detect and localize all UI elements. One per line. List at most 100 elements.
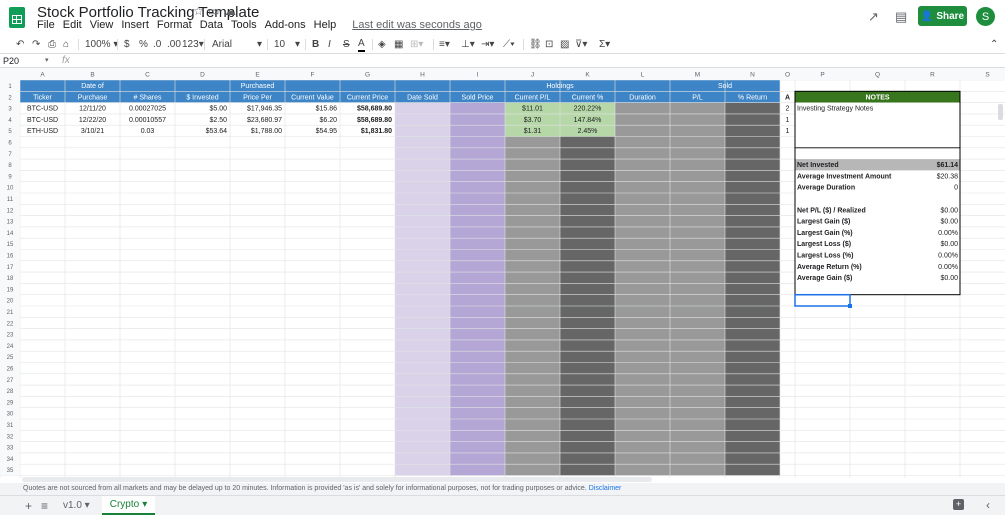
- fill-handle[interactable]: [848, 304, 852, 308]
- move-folder-icon[interactable]: ▭: [208, 4, 219, 18]
- cloud-status-icon[interactable]: ☁: [224, 4, 236, 18]
- notes-text: Investing Strategy Notes: [797, 106, 874, 113]
- name-box-caret-icon[interactable]: ▾: [45, 56, 49, 64]
- text-rotation-icon[interactable]: ⟋▾: [503, 37, 515, 52]
- fill-color-icon[interactable]: ◈: [378, 37, 386, 52]
- print-icon[interactable]: ⎙: [48, 37, 56, 52]
- stat-label: Largest Loss (%): [797, 253, 853, 260]
- trending-icon[interactable]: ↗: [868, 9, 884, 24]
- italic-button[interactable]: I: [328, 37, 331, 52]
- column-header-o: O: [785, 72, 790, 79]
- paint-format-icon[interactable]: ⌂: [63, 37, 69, 52]
- insert-comment-icon[interactable]: ⊡: [545, 37, 553, 52]
- text-color-button[interactable]: A: [358, 37, 365, 52]
- sheet-tab-bar: + ≡ v1.0 ▾ Crypto ▾ + ‹: [0, 495, 1005, 515]
- align-horizontal-icon[interactable]: ≡▾: [439, 37, 450, 52]
- table-cell: $5.00: [209, 106, 227, 113]
- table-header-cell: Current Price: [347, 94, 388, 101]
- font-size-select[interactable]: 10 ▾: [274, 37, 300, 52]
- share-button[interactable]: 👤 Share: [918, 6, 967, 26]
- table-header-cell: P/L: [692, 94, 703, 101]
- sheets-logo-icon[interactable]: [9, 7, 25, 28]
- menu-help[interactable]: Help: [314, 19, 341, 33]
- menu-file[interactable]: File: [37, 19, 59, 33]
- tab-crypto-label: Crypto: [109, 499, 140, 510]
- fx-icon: fx: [62, 55, 70, 66]
- table-cell: $54.95: [316, 128, 338, 135]
- table-header-cell: Date Sold: [407, 94, 438, 101]
- add-sheet-icon[interactable]: +: [25, 499, 32, 513]
- menu-tools[interactable]: Tools: [231, 19, 261, 33]
- comment-icon[interactable]: ▤: [895, 9, 911, 24]
- insert-link-icon[interactable]: ⛓: [529, 37, 542, 52]
- row-header-32: 32: [7, 434, 14, 440]
- row-header-35: 35: [7, 468, 14, 474]
- last-edit-link[interactable]: Last edit was seconds ago: [352, 19, 486, 33]
- insert-chart-icon[interactable]: ▨: [560, 37, 569, 52]
- more-formats-select[interactable]: 123 ▾: [182, 37, 204, 52]
- merge-cells-icon[interactable]: ⊞▾: [410, 37, 423, 52]
- currency-format-button[interactable]: $: [124, 37, 130, 52]
- increase-decimal-button[interactable]: .00: [167, 37, 181, 52]
- stat-value: $61.14: [937, 162, 959, 169]
- column-fill: [560, 102, 615, 476]
- strikethrough-button[interactable]: S: [343, 37, 350, 52]
- table-cell: $6.20: [319, 117, 337, 124]
- grid-canvas[interactable]: A B C D E F G H I J K L M N O P Q R S123456789101112131415…: [0, 68, 1005, 478]
- table-cell: $17,946.35: [247, 106, 282, 113]
- star-icon[interactable]: ☆: [193, 4, 204, 18]
- bold-button[interactable]: B: [312, 37, 319, 52]
- stat-label: Largest Gain ($): [797, 219, 850, 226]
- undo-icon[interactable]: ↶: [16, 37, 24, 52]
- table-header-cell: Ticker: [33, 94, 52, 101]
- vertical-scrollbar[interactable]: [998, 104, 1003, 120]
- stat-value: $0.00: [940, 219, 958, 226]
- table-cell: BTC-USD: [27, 117, 58, 124]
- font-select[interactable]: Arial ▾: [212, 37, 262, 52]
- redo-icon[interactable]: ↷: [32, 37, 40, 52]
- menu-format[interactable]: Format: [157, 19, 196, 33]
- text-wrap-icon[interactable]: ⇥▾: [481, 37, 494, 52]
- menu-edit[interactable]: Edit: [63, 19, 86, 33]
- tab-v1-0[interactable]: v1.0 ▾: [63, 500, 90, 511]
- selected-cell[interactable]: [794, 293, 851, 307]
- menu-addons[interactable]: Add-ons: [265, 19, 310, 33]
- column-header-m: M: [695, 72, 700, 79]
- borders-icon[interactable]: ▦: [394, 37, 403, 52]
- column-header-p: P: [820, 72, 824, 79]
- spreadsheet-grid[interactable]: A B C D E F G H I J K L M N O P Q R S 1 2 3 4 5 6 7 8 9 10 11 12 13 14 15…: [0, 68, 1005, 478]
- row-header-13: 13: [7, 220, 14, 226]
- share-button-label: Share: [936, 10, 965, 22]
- disclaimer-link[interactable]: Disclaimer: [589, 485, 622, 492]
- horizontal-scrollbar[interactable]: [22, 477, 652, 482]
- table-cell: $1,788.00: [251, 128, 282, 135]
- column-header-s: S: [985, 72, 990, 79]
- menu-insert[interactable]: Insert: [121, 19, 153, 33]
- column-header-i: I: [477, 72, 479, 79]
- filter-icon[interactable]: ⊽▾: [575, 37, 587, 52]
- table-header-cell: Current P/L: [515, 94, 551, 101]
- menu-bar: File Edit View Insert Format Data Tools …: [37, 19, 490, 33]
- row-header-19: 19: [7, 287, 14, 293]
- table-header-cell: $ Invested: [186, 94, 218, 101]
- zoom-select[interactable]: 100% ▾: [85, 37, 118, 52]
- tab-crypto[interactable]: Crypto ▾: [102, 496, 155, 515]
- align-vertical-icon[interactable]: ⊥▾: [461, 37, 475, 52]
- percent-format-button[interactable]: %: [139, 37, 148, 52]
- menu-data[interactable]: Data: [200, 19, 227, 33]
- all-sheets-icon[interactable]: ≡: [41, 499, 48, 513]
- menu-view[interactable]: View: [90, 19, 118, 33]
- table-cell: $1,831.80: [361, 128, 392, 135]
- decrease-decimal-button[interactable]: .0: [153, 37, 161, 52]
- side-panel-toggle-icon[interactable]: ‹: [986, 498, 990, 512]
- avatar[interactable]: S: [976, 7, 995, 26]
- table-cell: BTC-USD: [27, 106, 58, 113]
- collapse-toolbar-icon[interactable]: ⌃: [990, 37, 998, 52]
- column-header-g: G: [365, 72, 370, 79]
- functions-icon[interactable]: Σ▾: [599, 37, 610, 52]
- tab-menu-caret-icon[interactable]: ▾: [142, 499, 147, 510]
- row-header-25: 25: [7, 355, 14, 361]
- name-box[interactable]: P20: [3, 56, 19, 66]
- explore-icon[interactable]: +: [953, 499, 964, 510]
- table-cell: $58,689.80: [357, 117, 392, 124]
